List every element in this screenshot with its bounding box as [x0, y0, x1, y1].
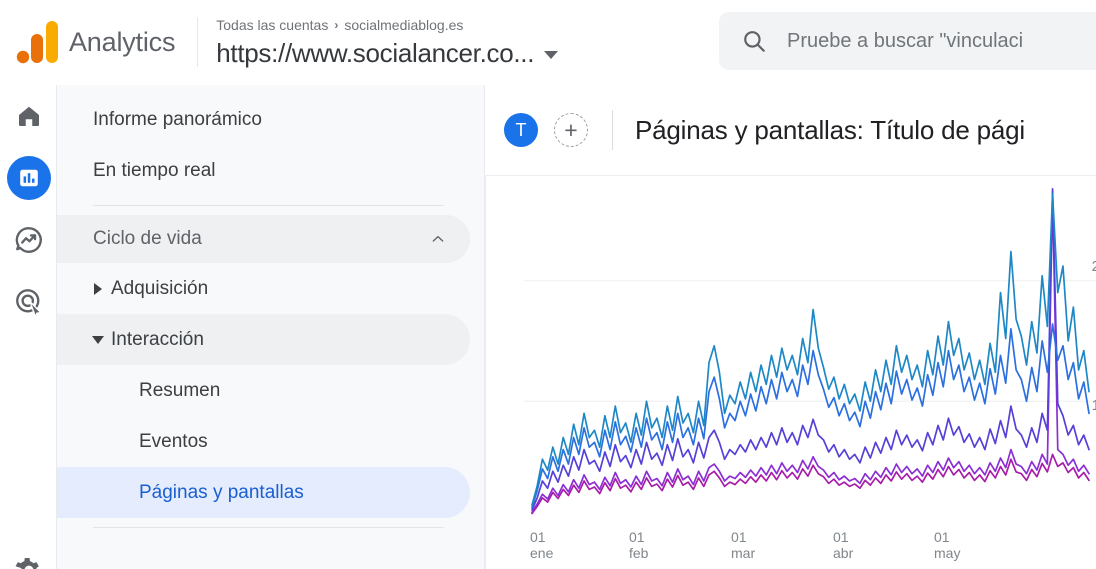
header-divider	[197, 17, 199, 67]
gear-icon	[15, 557, 39, 569]
sidebar-item-label: Resumen	[139, 379, 221, 401]
nav-top-pad	[57, 85, 484, 94]
search-input-placeholder[interactable]: Pruebe a buscar "vinculaci	[787, 30, 1023, 53]
property-selector[interactable]: Todas las cuentas › socialmediablog.es h…	[216, 15, 559, 70]
y-tick-label-1: 1	[1091, 397, 1096, 414]
rail-item-admin[interactable]	[0, 541, 57, 569]
explore-compass-icon	[15, 227, 42, 253]
main-content: T + Páginas y pantallas: Título de pági …	[485, 85, 1096, 569]
rail-item-home[interactable]	[0, 85, 57, 147]
sidebar-item-label: Páginas y pantallas	[139, 481, 304, 503]
advertising-target-icon	[15, 289, 42, 317]
rail-item-reports[interactable]	[0, 147, 57, 209]
x-tick-label-4: 01 may	[934, 529, 961, 561]
x-tick-label-0: 01 ene	[530, 529, 554, 561]
sidebar-item-adquisicion[interactable]: Adquisición	[57, 263, 470, 314]
bar-chart-icon	[19, 169, 38, 187]
sidebar-divider-bottom	[93, 527, 444, 528]
top-bar: Analytics Todas las cuentas › socialmedi…	[0, 0, 1096, 85]
add-comparison-button[interactable]: +	[554, 113, 588, 147]
sidebar-nav: Informe panorámico En tiempo real Ciclo …	[57, 85, 485, 569]
sidebar-item-resumen[interactable]: Resumen	[57, 365, 470, 416]
x-tick-label-1: 01 feb	[629, 529, 649, 561]
google-analytics-logo-icon	[16, 21, 58, 64]
search-icon	[744, 31, 765, 52]
search-bar[interactable]: Pruebe a buscar "vinculaci	[719, 12, 1096, 70]
breadcrumb-account[interactable]: Todas las cuentas	[216, 15, 328, 35]
sidebar-group-label: Ciclo de vida	[93, 228, 202, 249]
sidebar-item-label: Interacción	[111, 328, 204, 350]
sidebar-item-label: Informe panorámico	[93, 108, 262, 130]
content-header: T + Páginas y pantallas: Título de pági	[485, 85, 1096, 175]
chevron-down-icon[interactable]	[544, 50, 559, 59]
property-name: https://www.socialancer.co...	[216, 37, 535, 68]
brand-name: Analytics	[69, 26, 176, 57]
property-row[interactable]: https://www.socialancer.co...	[216, 36, 559, 70]
triangle-right-icon[interactable]	[85, 282, 111, 295]
breadcrumb-property[interactable]: socialmediablog.es	[344, 15, 463, 35]
chart-series-group	[531, 187, 1090, 515]
triangle-down-icon[interactable]	[85, 335, 111, 344]
icon-rail	[0, 85, 57, 569]
sidebar-group-ciclo-de-vida[interactable]: Ciclo de vida	[57, 215, 470, 263]
rail-item-advertising[interactable]	[0, 271, 57, 333]
sidebar-item-label: En tiempo real	[93, 159, 216, 181]
sidebar-item-eventos[interactable]: Eventos	[57, 416, 470, 467]
chart-line-serie-1-cyan	[531, 192, 1090, 506]
page-title: Páginas y pantallas: Título de pági	[635, 114, 1026, 145]
rail-item-explore[interactable]	[0, 209, 57, 271]
breadcrumb-chevron-icon: ›	[334, 17, 339, 32]
y-tick-label-0: 2	[1091, 258, 1096, 275]
line-chart-canvas[interactable]	[486, 176, 1096, 569]
chart-card: 01 ene 01 feb 01 mar 01 abr 01 may 2 1	[485, 175, 1096, 569]
breadcrumb: Todas las cuentas › socialmediablog.es	[216, 15, 558, 35]
chart-line-serie-4-purple	[531, 195, 1090, 514]
home-icon	[18, 106, 39, 126]
rail-spacer	[0, 333, 56, 469]
x-tick-label-2: 01 mar	[731, 529, 756, 561]
analytics-logo[interactable]	[0, 0, 75, 85]
comparison-badge-t[interactable]: T	[504, 113, 538, 147]
sidebar-item-label: Adquisición	[111, 277, 209, 299]
chevron-up-icon[interactable]	[430, 231, 446, 247]
sidebar-divider-top	[93, 205, 444, 206]
reports-active-badge	[6, 156, 51, 200]
sidebar-item-label: Eventos	[139, 430, 208, 452]
sidebar-item-informe-panoramico[interactable]: Informe panorámico	[57, 94, 470, 145]
content-header-divider	[612, 110, 613, 150]
x-tick-label-3: 01 abr	[833, 529, 854, 561]
sidebar-item-interaccion[interactable]: Interacción	[57, 314, 470, 365]
analytics-app: Analytics Todas las cuentas › socialmedi…	[0, 0, 1096, 569]
line-chart[interactable]: 01 ene 01 feb 01 mar 01 abr 01 may 2 1	[486, 176, 1096, 569]
sidebar-item-en-tiempo-real[interactable]: En tiempo real	[57, 145, 470, 196]
sidebar-item-paginas-y-pantallas[interactable]: Páginas y pantallas	[57, 467, 470, 518]
